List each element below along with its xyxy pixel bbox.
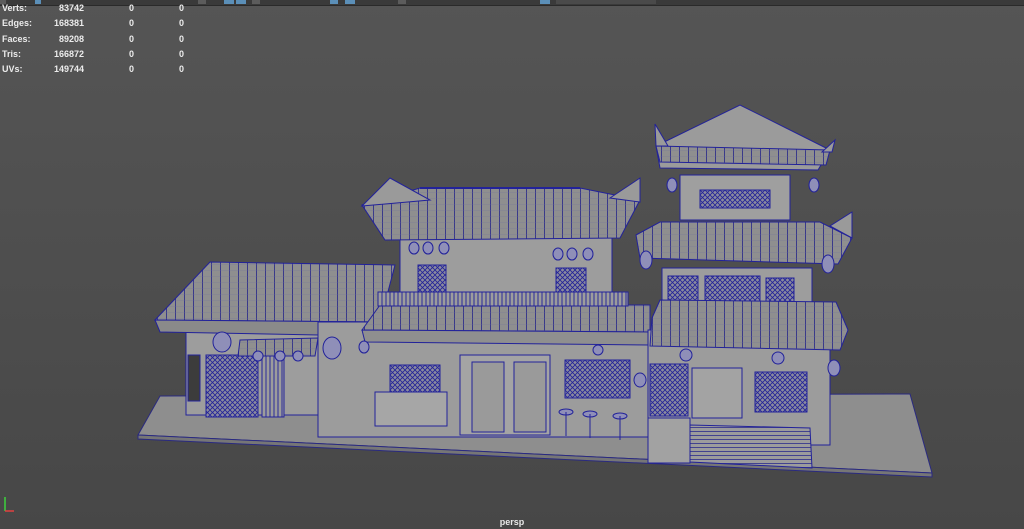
- viewport-panel[interactable]: Verts: 83742 0 0 Edges: 168381 0 0 Faces: 89208 0 0…: [0, 0, 1024, 529]
- axis-gizmo-icon: [4, 497, 14, 512]
- pagoda-tower[interactable]: [635, 104, 853, 469]
- scene-wireframe-building[interactable]: [0, 0, 1024, 529]
- camera-label: persp: [499, 517, 525, 527]
